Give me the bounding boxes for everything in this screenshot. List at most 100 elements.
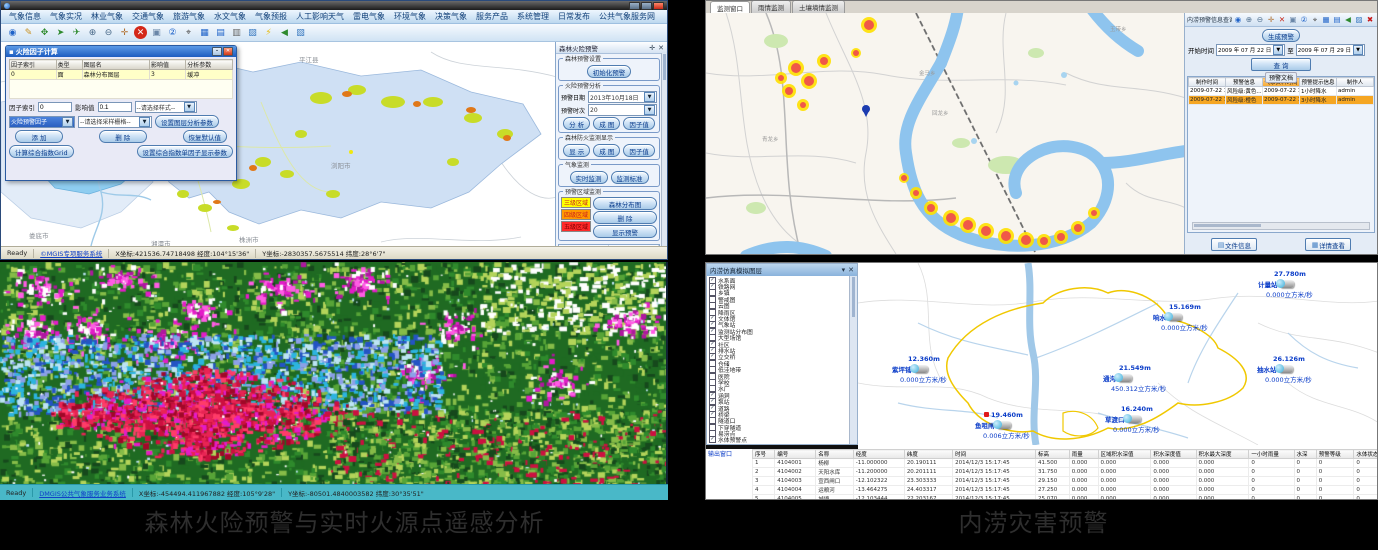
warn-time-picker[interactable]: 20▼ <box>588 104 657 116</box>
checkbox[interactable]: ✓ <box>709 436 716 443</box>
sidebar-export-icon[interactable]: ▨ <box>1354 15 1364 25</box>
column-header[interactable]: 序号 <box>753 450 775 459</box>
toolbar-select-icon[interactable]: ➤ <box>54 26 67 39</box>
column-header[interactable]: 一小时雨量 <box>1249 450 1294 459</box>
init-warning-button[interactable]: 初始化预警 <box>587 65 632 78</box>
column-header[interactable]: 经度 <box>853 450 904 459</box>
factor-combo[interactable]: 火险预警因子▼ <box>9 116 75 128</box>
column-header[interactable]: 预警提示信息 <box>1300 78 1337 87</box>
start-date-picker[interactable]: 2009 年 07 月 22 日▼ <box>1216 44 1285 56</box>
table-row[interactable]: 44104004运粮河-13.46427524.4033172014/12/3 … <box>753 486 1378 495</box>
menu-item[interactable]: 气象实况 <box>50 11 82 22</box>
menu-item[interactable]: 人工影响天气 <box>296 11 344 22</box>
tab-2[interactable]: 雨情监测 <box>751 0 791 13</box>
column-header[interactable]: 预警信息 <box>1226 78 1263 87</box>
map-workspace[interactable]: 长沙市益阳市平江县宁乡县浏阳市娄底市湘潭市株洲市 ▪ 火险因子计算 – ✕ 因子… <box>1 42 667 249</box>
street-map[interactable]: 金马乡回龙乡玉带乡青龙乡 <box>706 13 1184 254</box>
sidebar-chart-icon[interactable]: ▤ <box>1332 15 1342 25</box>
raster-combo[interactable]: --请选择采样栅格--▼ <box>78 116 152 128</box>
toolbar-zoom-in-icon[interactable]: ⊕ <box>86 26 99 39</box>
sidebar-globe-icon[interactable]: ◉ <box>1233 15 1243 25</box>
column-header[interactable]: 积水深度值 <box>1151 450 1196 459</box>
toolbar-image-icon[interactable]: ▧ <box>294 26 307 39</box>
station-marker[interactable]: 抽水站26.126m0.000立方米/秒 <box>1257 364 1293 374</box>
analysis-button[interactable]: 分 析 <box>563 117 590 130</box>
delete-button[interactable]: 删 除 <box>99 130 147 143</box>
zone-button[interactable]: 显示预警 <box>593 225 657 238</box>
menu-item[interactable]: 旅游气象 <box>173 11 205 22</box>
toolbar-export-icon[interactable]: ▨ <box>246 26 259 39</box>
panel-scrollbar[interactable] <box>661 53 667 249</box>
chevron-down-icon[interactable]: ▼ <box>62 117 73 127</box>
sidebar-grab-icon[interactable]: ✛ <box>1266 15 1276 25</box>
display-button[interactable]: 成 图 <box>593 144 620 157</box>
chevron-down-icon[interactable]: ▼ <box>184 102 195 112</box>
file-info-button[interactable]: ▤文件信息 <box>1211 238 1257 251</box>
close-icon[interactable]: ✕ <box>848 266 854 274</box>
toolbar-back-icon[interactable]: ◀ <box>278 26 291 39</box>
column-header[interactable]: 制作时间 <box>1189 78 1226 87</box>
column-header[interactable]: 标高 <box>1036 450 1070 459</box>
impact-input[interactable] <box>98 102 132 112</box>
column-header[interactable]: 水体状态 <box>1354 450 1377 459</box>
menu-item[interactable]: 气象预报 <box>255 11 287 22</box>
menu-item[interactable]: 系统管理 <box>517 11 549 22</box>
query-button[interactable]: 查 询 <box>1251 58 1311 71</box>
analysis-button[interactable]: 成 图 <box>593 117 620 130</box>
column-header[interactable]: 类型 <box>56 60 82 70</box>
waterlog-map[interactable]: 计量站27.780m0.000立方米/秒响水15.169m0.000立方米/秒紫… <box>858 263 1377 445</box>
menu-item[interactable]: 决策气象 <box>435 11 467 22</box>
column-header[interactable]: 预警等级 <box>1316 450 1354 459</box>
zone-button[interactable]: 森林分布图 <box>593 197 657 210</box>
sidebar-zoom-in-icon[interactable]: ⊕ <box>1244 15 1254 25</box>
column-header[interactable]: 时间 <box>953 450 1036 459</box>
column-header[interactable]: 因子索引 <box>10 60 57 70</box>
close-icon[interactable]: ✕ <box>223 47 233 56</box>
menu-item[interactable]: 气象信息 <box>9 11 41 22</box>
menu-item[interactable]: 日常发布 <box>558 11 590 22</box>
sidebar-back-icon[interactable]: ◀ <box>1343 15 1353 25</box>
detail-view-button[interactable]: ▦详情查看 <box>1305 238 1351 251</box>
toolbar-grab-icon[interactable]: ✛ <box>118 26 131 39</box>
sidebar-zoom-out-icon[interactable]: ⊖ <box>1255 15 1265 25</box>
fire-factor-dialog[interactable]: ▪ 火险因子计算 – ✕ 因子索引类型图层名影响值分析参数 0面森林分布图层3缓… <box>5 45 237 181</box>
factor-table[interactable]: 因子索引类型图层名影响值分析参数 0面森林分布图层3缓冲 <box>9 59 233 99</box>
menu-item[interactable]: 交通气象 <box>132 11 164 22</box>
station-marker[interactable]: 计量站27.780m0.000立方米/秒 <box>1258 279 1294 289</box>
layer-checkbox-list[interactable]: ✓水系面✓铁路网乡镇警戒图云图降雨区✓文体馆✓气象站✓监测站分布图大型场馆✓社区… <box>707 276 850 444</box>
table-row[interactable]: 34104003宣西闸口-12.10232223.3033332014/12/3… <box>753 477 1378 486</box>
station-marker[interactable]: 紫坪铺12.360m0.000立方米/秒 <box>892 364 928 374</box>
column-header[interactable]: 雨量 <box>1069 450 1098 459</box>
sidebar-map-icon[interactable]: ▦ <box>1321 15 1331 25</box>
station-marker[interactable]: 草渡口16.240m0.000立方米/秒 <box>1105 414 1141 424</box>
sidebar-close-icon[interactable]: ✖ <box>1365 15 1375 25</box>
chevron-down-icon[interactable]: ▼ <box>139 117 150 127</box>
toolbar-page2-icon[interactable]: ② <box>166 26 179 39</box>
close-icon[interactable]: ✕ <box>658 44 664 52</box>
column-header[interactable]: 分析参数 <box>186 60 233 70</box>
maximize-button[interactable] <box>641 2 652 10</box>
column-header[interactable]: 积水最大深度 <box>1196 450 1249 459</box>
minimize-icon[interactable]: – <box>212 47 222 56</box>
layer-item[interactable]: ✓水体预警点 <box>709 437 848 443</box>
factor-index-input[interactable] <box>38 102 72 112</box>
station-marker[interactable]: 响水15.169m0.000立方米/秒 <box>1153 312 1182 322</box>
column-header[interactable]: 纬度 <box>904 450 952 459</box>
end-date-picker[interactable]: 2009 年 07 月 29 日▼ <box>1296 44 1365 56</box>
window-titlebar[interactable] <box>1 1 667 10</box>
set-layer-params-button[interactable]: 设置图层分析参数 <box>155 115 219 128</box>
menu-item[interactable]: 服务产品 <box>476 11 508 22</box>
column-header[interactable]: 制作人 <box>1337 78 1374 87</box>
toolbar-zoom-out-icon[interactable]: ⊖ <box>102 26 115 39</box>
single-factor-display-button[interactable]: 设置综合指数单因子显示参数 <box>137 145 234 158</box>
menu-item[interactable]: 公共气象服务网 <box>599 11 655 22</box>
tab-3[interactable]: 土壤墒情监测 <box>792 0 845 13</box>
column-header[interactable]: 影响值 <box>150 60 186 70</box>
restore-button[interactable]: 恢复默认值 <box>183 130 228 143</box>
toolbar-map-icon[interactable]: ▦ <box>198 26 211 39</box>
column-header[interactable]: 图层名 <box>82 60 149 70</box>
weather-button[interactable]: 实时监测 <box>570 171 608 184</box>
menu-item[interactable]: 环境气象 <box>394 11 426 22</box>
sidebar-search-icon[interactable]: ⌖ <box>1310 15 1320 25</box>
table-row[interactable]: 2009-07-22 1...风险级:橙色2009-07-22 1...3小时降… <box>1189 96 1374 105</box>
